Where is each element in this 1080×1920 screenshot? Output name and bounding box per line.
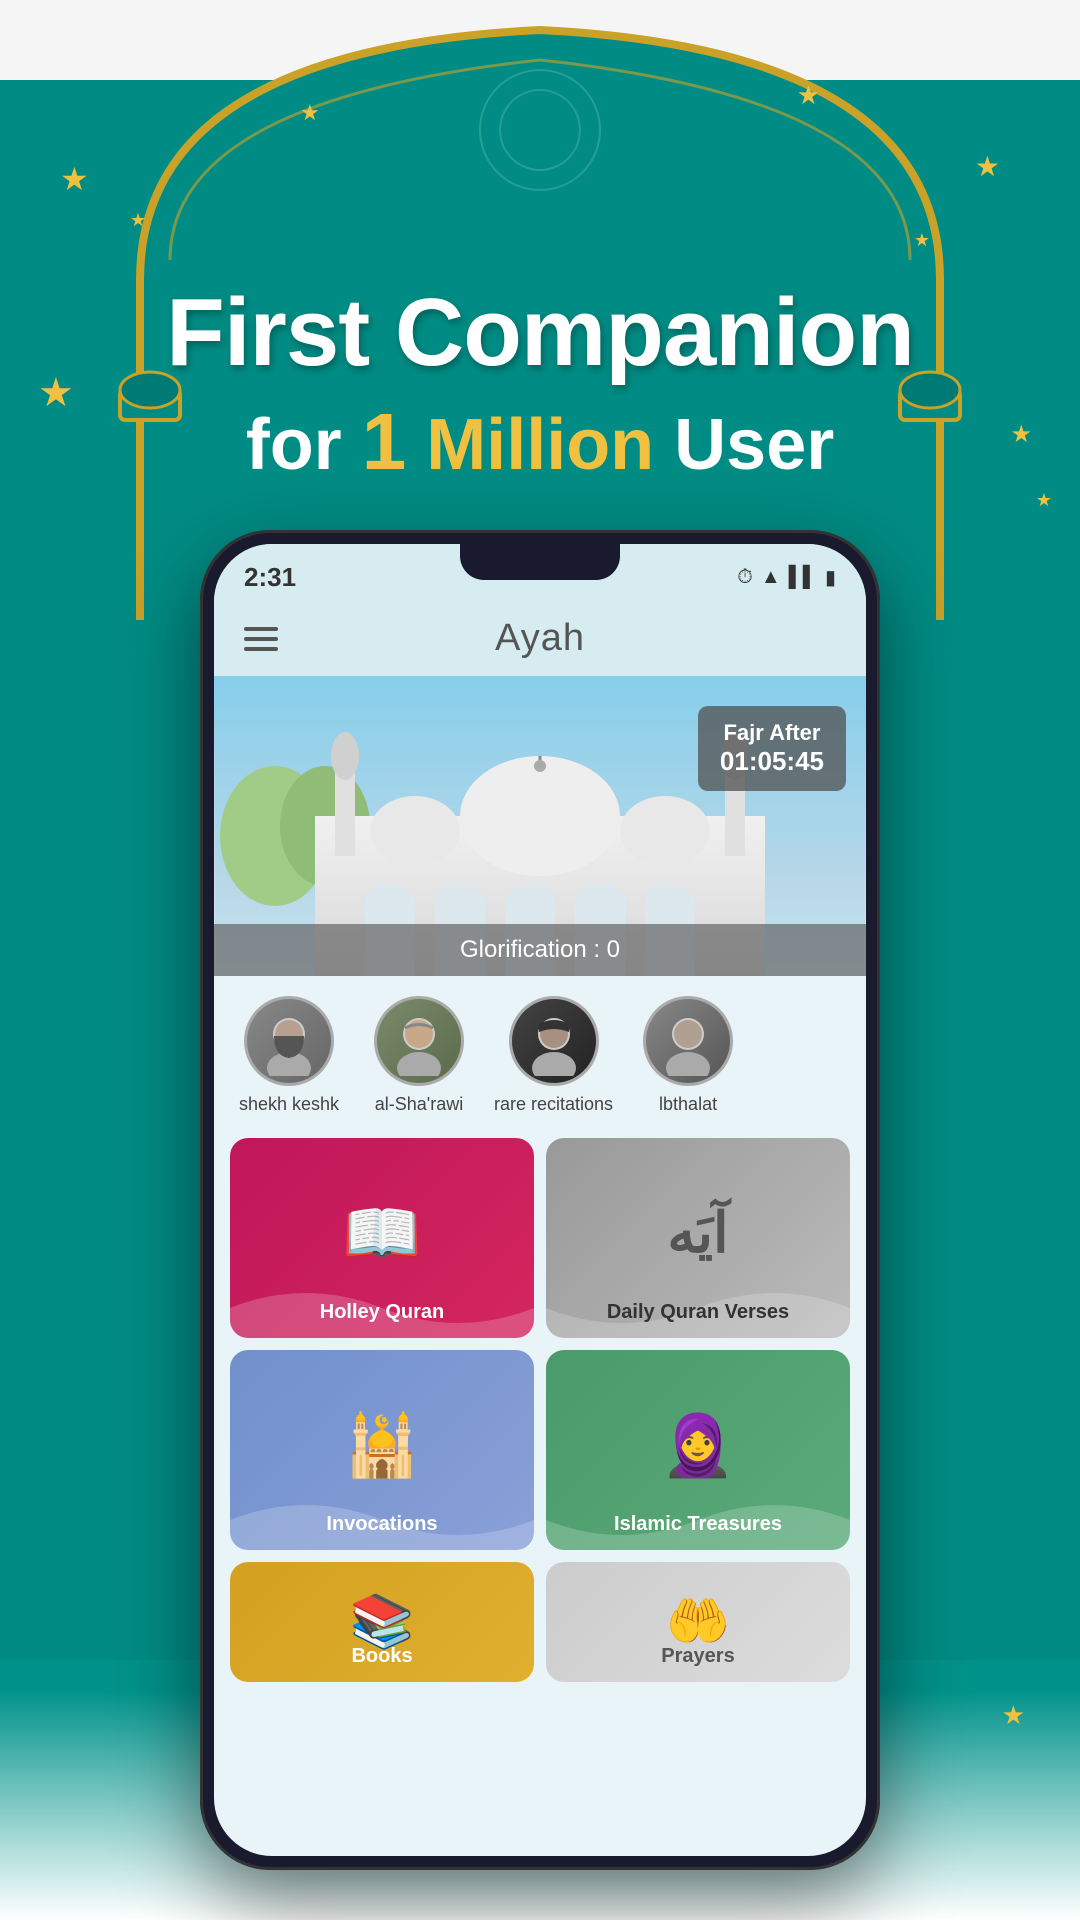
clock-icon: ⏱ (737, 566, 753, 589)
headline-for: for (246, 405, 362, 485)
bottom-partial-cards: 📚 Books 🤲 Prayers (214, 1562, 866, 1694)
reciters-row: shekh keshk al-Sha'rawi rare recitations (214, 976, 866, 1126)
headline-first-line: First Companion (0, 280, 1080, 386)
quran-book-icon: 📖 (342, 1196, 422, 1271)
status-time: 2:31 (244, 562, 296, 593)
books-icon: 📚 (350, 1591, 415, 1652)
headline-num: 1 (362, 397, 407, 486)
reciter-name-3: lbthalat (659, 1094, 717, 1116)
reciter-name-2: rare recitations (494, 1094, 613, 1116)
menu-button[interactable] (244, 627, 278, 651)
treasures-icon: 🧕 (661, 1410, 736, 1481)
daily-quran-label: Daily Quran Verses (546, 1301, 850, 1324)
app-header: Ayah (214, 601, 866, 676)
feature-card-holley-quran[interactable]: 📖 Holley Quran (230, 1138, 534, 1338)
feature-card-books[interactable]: 📚 Books (230, 1562, 534, 1682)
islamic-treasures-label: Islamic Treasures (546, 1513, 850, 1536)
feature-card-daily-quran[interactable]: آيَه Daily Quran Verses (546, 1138, 850, 1338)
phone-outer-frame: 2:31 ⏱ ▲ ▌▌ ▮ Ayah (200, 530, 880, 1870)
hamburger-line-1 (244, 627, 278, 631)
invocations-icon: 🕌 (345, 1410, 420, 1481)
reciter-avatar-2 (509, 996, 599, 1086)
glorification-bar: Glorification : 0 (214, 924, 866, 976)
status-icons: ⏱ ▲ ▌▌ ▮ (737, 565, 836, 590)
prayer-hands-icon: 🤲 (666, 1591, 731, 1652)
feature-card-invocations[interactable]: 🕌 Invocations (230, 1350, 534, 1550)
reciter-name-0: shekh keshk (239, 1094, 339, 1116)
phone-screen: 2:31 ⏱ ▲ ▌▌ ▮ Ayah (214, 544, 866, 1856)
headline-second-line: for 1 Million User (0, 396, 1080, 488)
phone-notch (460, 544, 620, 580)
glorification-text: Glorification : 0 (460, 936, 620, 963)
reciter-avatar-1 (374, 996, 464, 1086)
signal-icon: ▌▌ (789, 566, 817, 589)
reciter-name-1: al-Sha'rawi (375, 1094, 463, 1116)
reciter-item-1[interactable]: al-Sha'rawi (364, 996, 474, 1116)
reciter-item-2[interactable]: rare recitations (494, 996, 613, 1116)
hamburger-line-2 (244, 637, 278, 641)
reciter-item-0[interactable]: shekh keshk (234, 996, 344, 1116)
books-label: Books (230, 1645, 534, 1668)
hamburger-line-3 (244, 647, 278, 651)
holley-quran-label: Holley Quran (230, 1301, 534, 1324)
feature-card-prayer[interactable]: 🤲 Prayers (546, 1562, 850, 1682)
phone-mockup: 2:31 ⏱ ▲ ▌▌ ▮ Ayah (200, 530, 880, 1850)
headline-area: First Companion for 1 Million User (0, 280, 1080, 488)
prayer-label: Fajr After (720, 720, 824, 746)
wifi-icon: ▲ (761, 566, 781, 589)
reciter-item-3[interactable]: lbthalat (633, 996, 743, 1116)
prayer-overlay: Fajr After 01:05:45 (698, 706, 846, 791)
reciter-avatar-3 (643, 996, 733, 1086)
headline-user: User (654, 405, 834, 485)
battery-icon: ▮ (825, 565, 836, 590)
hero-banner: Fajr After 01:05:45 Glorification : 0 (214, 676, 866, 976)
feature-grid: 📖 Holley Quran آيَه Daily Quran Verses (214, 1126, 866, 1562)
arabic-ayah-icon: آيَه (667, 1201, 728, 1266)
headline-million: Million (406, 405, 654, 485)
prayer-label-card: Prayers (546, 1645, 850, 1668)
app-title: Ayah (495, 617, 585, 660)
reciter-avatar-0 (244, 996, 334, 1086)
prayer-time: 01:05:45 (720, 746, 824, 777)
feature-card-islamic-treasures[interactable]: 🧕 Islamic Treasures (546, 1350, 850, 1550)
invocations-label: Invocations (230, 1513, 534, 1536)
